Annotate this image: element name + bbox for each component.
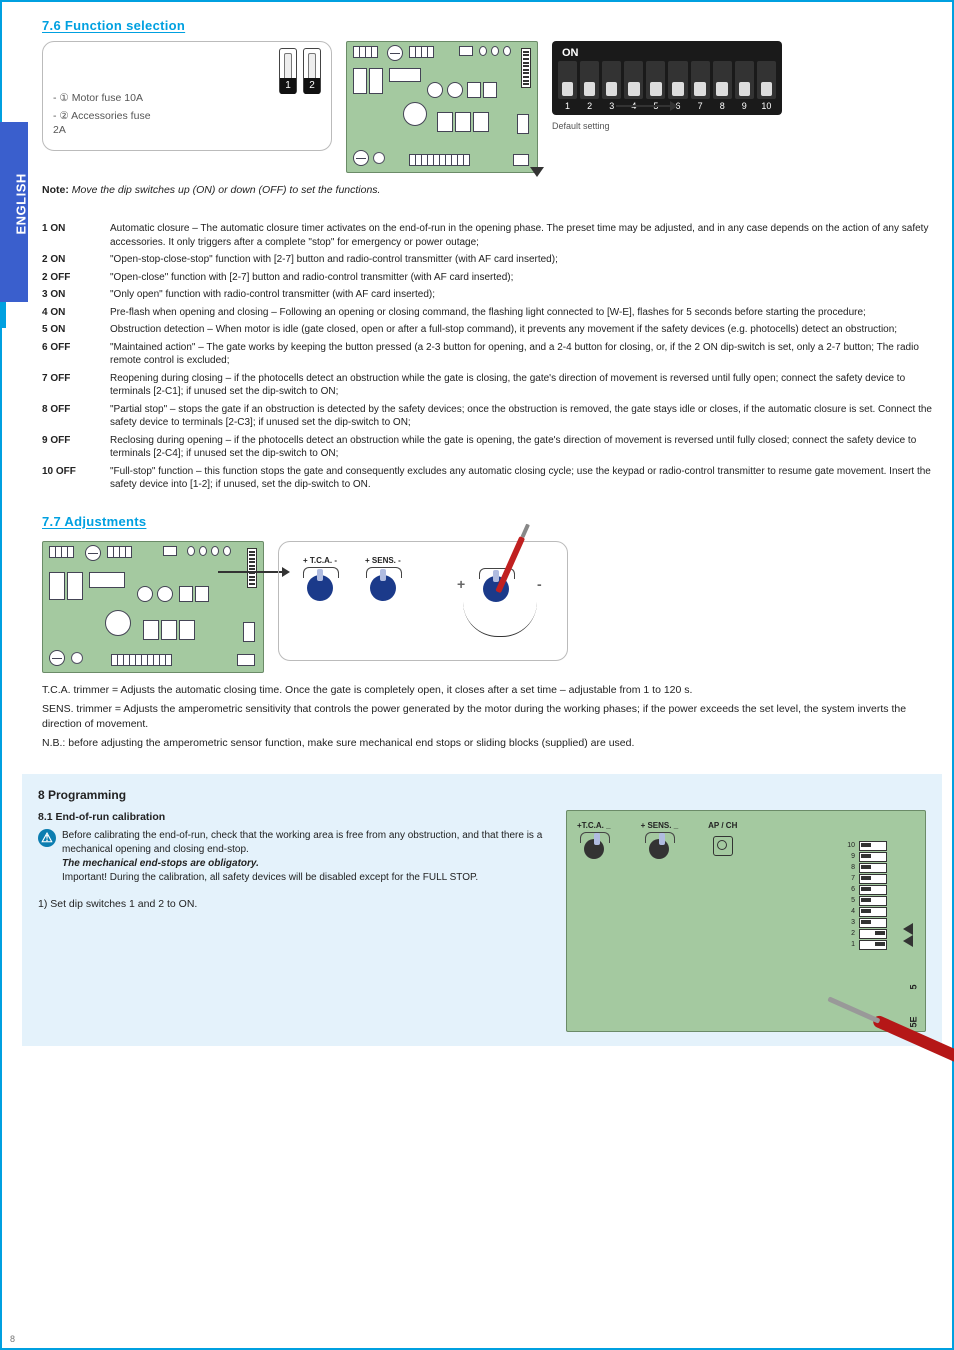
document-page: ENGLISH 7.6 Function selection 1 2 - ① M… <box>0 0 954 1350</box>
dip-note: Note: Move the dip switches up (ON) or d… <box>42 183 936 198</box>
fuse-diagram: 1 2 - ① Motor fuse 10A - ② Accessories f… <box>42 41 332 151</box>
plus-sign: + <box>457 576 465 592</box>
fuse-motor-label: - ① Motor fuse 10A <box>53 91 143 106</box>
section-7-7-heading: 7.7 Adjustments <box>42 514 936 529</box>
minus-sign: - <box>537 576 542 592</box>
dip-on-label: ON <box>558 47 776 59</box>
board-corner-diagram: +T.C.A. _ + SENS. _ AP / CH <box>566 810 926 1032</box>
page-footer: 8 <box>10 1334 15 1344</box>
arrow-down-icon <box>530 167 544 177</box>
step-1: 1) Set dip switches 1 and 2 to ON. <box>38 897 546 912</box>
section-8-1-heading: 8.1 End-of-run calibration <box>38 810 546 825</box>
programming-section: 8 Programming 8.1 End-of-run calibration… <box>22 774 942 1046</box>
warning-text-2: The mechanical end-stops are obligatory. <box>62 858 259 869</box>
terminal-5e-label: 5E <box>908 1016 918 1027</box>
dip-switch-vertical: 10 9 8 7 6 5 4 3 2 1 <box>845 841 897 951</box>
control-board-diagram-2 <box>42 541 264 673</box>
control-board-diagram <box>346 41 538 173</box>
language-tab: ENGLISH <box>0 122 28 302</box>
warning-text-1: Before calibrating the end-of-run, check… <box>62 830 542 855</box>
tca-trimmer-label: + T.C.A. - <box>303 556 337 565</box>
terminal-5-label: 5 <box>908 978 918 989</box>
arrow-icon <box>616 105 676 107</box>
sens-trimmer-label: + SENS. - <box>365 556 401 565</box>
tca-description: T.C.A. trimmer = Adjusts the automatic c… <box>42 683 936 698</box>
trimmer-diagram: + T.C.A. - + SENS. - + - <box>278 541 568 661</box>
sens-label: + SENS. _ <box>641 821 679 830</box>
fuse-acc-rating: 2A <box>53 123 66 138</box>
tab-accent <box>0 302 6 328</box>
warning-text-3: Important! During the calibration, all s… <box>62 872 478 883</box>
section-7-6-heading: 7.6 Function selection <box>42 18 936 33</box>
fuse-acc-label: - ② Accessories fuse <box>53 109 151 124</box>
section-8-heading: 8 Programming <box>38 788 926 802</box>
dip-switch-function-list: 1 ONAutomatic closure – The automatic cl… <box>42 222 936 492</box>
apch-label: AP / CH <box>708 821 737 830</box>
dip-default-caption: Default setting <box>552 121 782 131</box>
sens-note: N.B.: before adjusting the amperometric … <box>42 736 936 751</box>
warning-icon: ⚠ <box>38 829 56 847</box>
dip-switch-panel: ON 12 34 56 78 910 <box>552 41 782 131</box>
tca-label: +T.C.A. _ <box>577 821 611 830</box>
sens-description: SENS. trimmer = Adjusts the amperometric… <box>42 702 936 732</box>
